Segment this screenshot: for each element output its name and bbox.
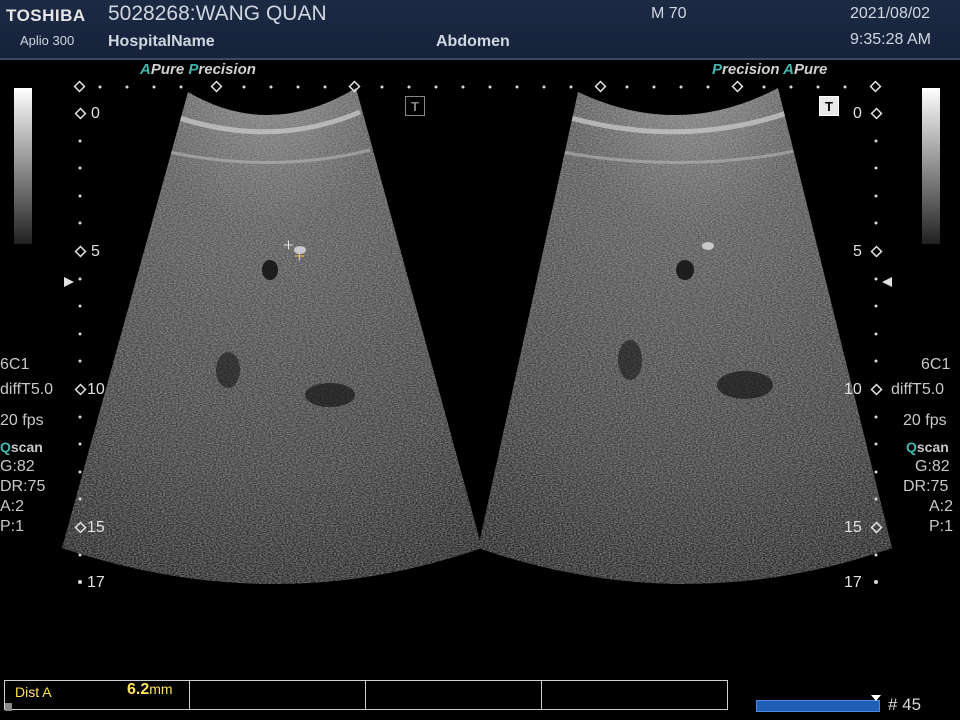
qscan-label: Qscan	[906, 439, 949, 455]
exam-type: Abdomen	[436, 33, 510, 50]
brand-logo: TOSHIBA	[6, 6, 86, 25]
active-image-marker-left[interactable]: T	[405, 96, 425, 116]
p-param-label: P:1	[0, 518, 25, 535]
mode-label: diffT5.0	[0, 381, 54, 398]
cine-progress-bar[interactable]	[756, 700, 880, 712]
gain-label: G:82	[0, 458, 35, 475]
active-image-marker-right[interactable]: T	[819, 96, 839, 116]
mechanical-index: M 70	[651, 5, 687, 22]
fps-label: 20 fps	[903, 412, 947, 429]
right-image-sector	[478, 88, 892, 584]
cine-position-marker-icon[interactable]	[871, 695, 881, 701]
left-image-sector	[62, 88, 482, 584]
depth-label: 0	[853, 105, 862, 122]
exam-time: 9:35:28 AM	[850, 31, 931, 48]
depth-label: 5	[853, 243, 862, 260]
probe-label: 6C1	[0, 356, 30, 373]
depth-label: 10	[87, 381, 105, 398]
p-param-label: P:1	[929, 518, 954, 535]
mode-label: diffT5.0	[891, 381, 945, 398]
a-param-label: A:2	[0, 498, 25, 515]
fps-label: 20 fps	[0, 412, 44, 429]
dynamic-range-label: DR:75	[903, 478, 949, 495]
qscan-label: Qscan	[0, 439, 43, 455]
frame-number: # 45	[888, 695, 922, 714]
depth-label: 17	[844, 574, 862, 591]
ultrasound-image	[62, 80, 892, 584]
depth-label: 17	[87, 574, 105, 591]
measurement-value: 6.2mm	[127, 681, 173, 698]
measurement-cell	[366, 681, 542, 709]
model-name: Aplio 300	[20, 33, 75, 48]
patient-id: 5028268:WANG QUAN	[108, 2, 327, 25]
focus-marker-right-icon[interactable]	[882, 277, 892, 287]
measurement-label: Dist A	[15, 684, 52, 700]
depth-label: 5	[91, 243, 100, 260]
page-indicator-icon	[5, 703, 12, 711]
measurement-cell	[190, 681, 366, 709]
depth-label: 15	[87, 519, 105, 536]
depth-label: 0	[91, 105, 100, 122]
focus-marker-left-icon[interactable]	[64, 277, 74, 287]
depth-label: 15	[844, 519, 862, 536]
a-param-label: A:2	[929, 498, 954, 515]
probe-label: 6C1	[921, 356, 951, 373]
hospital-name: HospitalName	[108, 33, 215, 50]
measurement-panel: Dist A 6.2mm	[4, 680, 728, 710]
depth-label: 10	[844, 381, 862, 398]
top-scale-diamonds	[73, 80, 882, 93]
gain-label: G:82	[915, 458, 950, 475]
exam-date: 2021/08/02	[850, 5, 931, 22]
right-depth-diamonds	[870, 107, 883, 534]
dynamic-range-label: DR:75	[0, 478, 46, 495]
